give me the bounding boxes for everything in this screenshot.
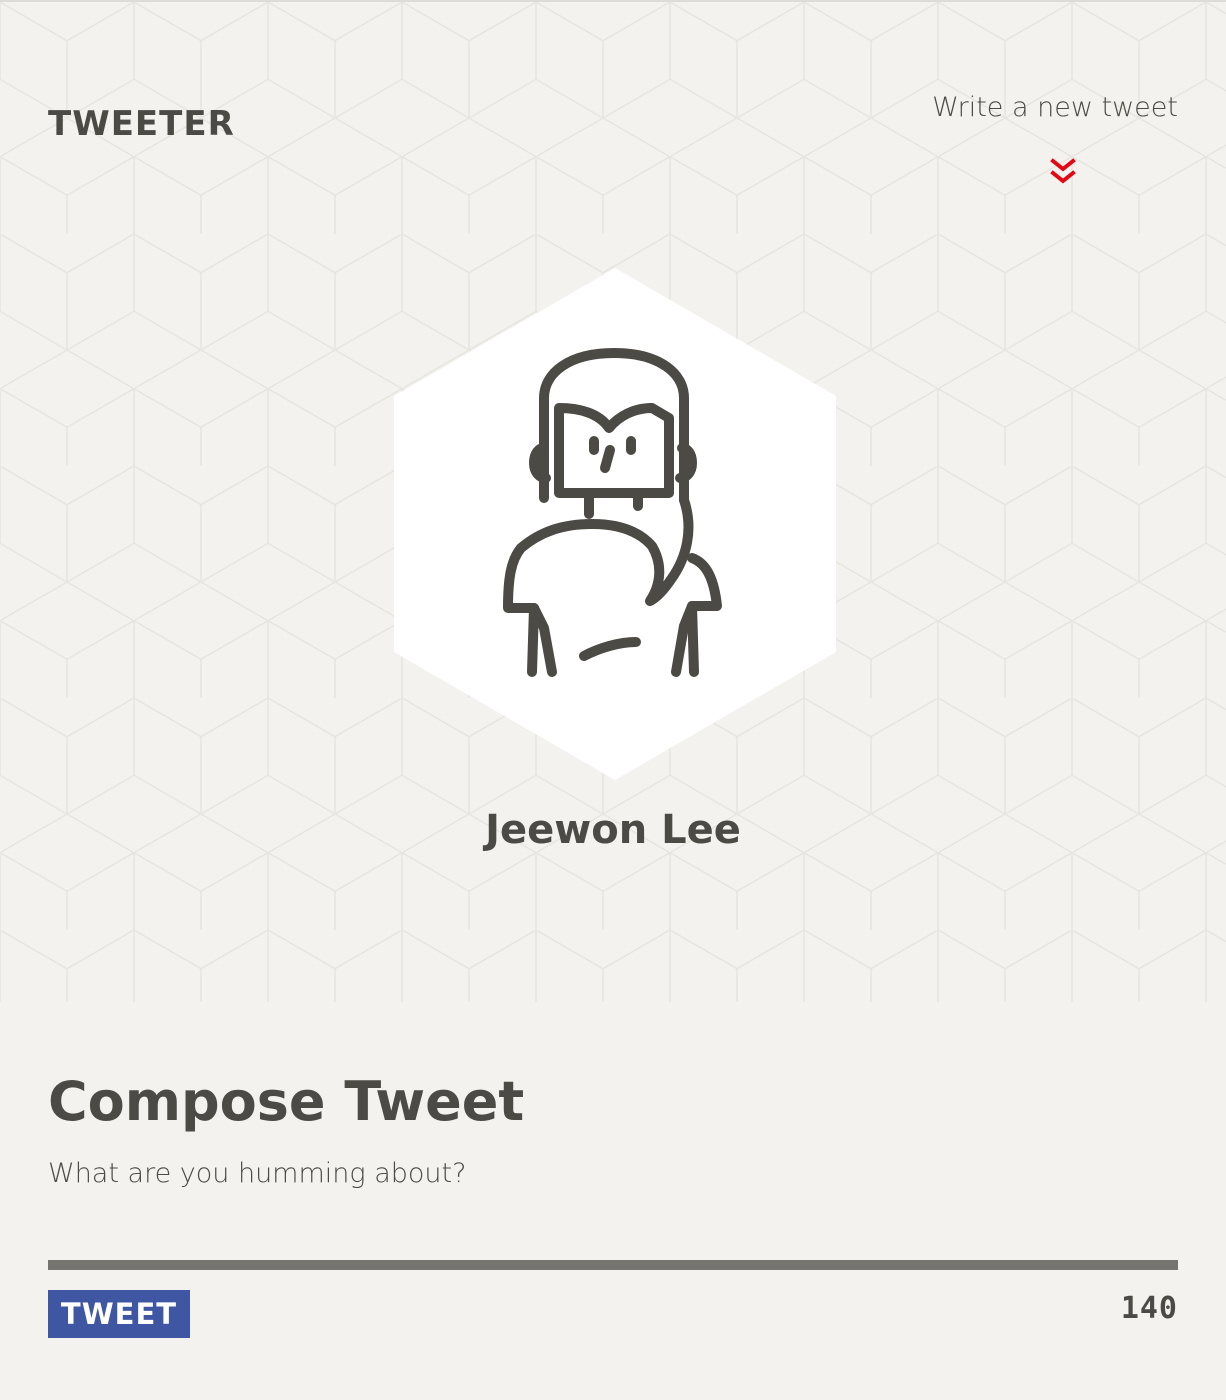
write-new-tweet-link[interactable]: Write a new tweet: [932, 90, 1178, 126]
tweet-input[interactable]: [48, 1150, 1178, 1196]
user-name: Jeewon Lee: [485, 807, 741, 853]
compose-divider: [48, 1260, 1178, 1270]
profile-header: TWEETER Write a new tweet Jeewon Lee: [0, 2, 1226, 1002]
character-counter: 140: [1120, 1291, 1178, 1326]
tweet-button[interactable]: TWEET: [48, 1290, 190, 1338]
brand-logo[interactable]: TWEETER: [48, 104, 235, 144]
compose-title: Compose Tweet: [48, 1070, 525, 1133]
double-chevron-down-icon[interactable]: [1050, 158, 1076, 190]
avatar: [394, 268, 836, 780]
